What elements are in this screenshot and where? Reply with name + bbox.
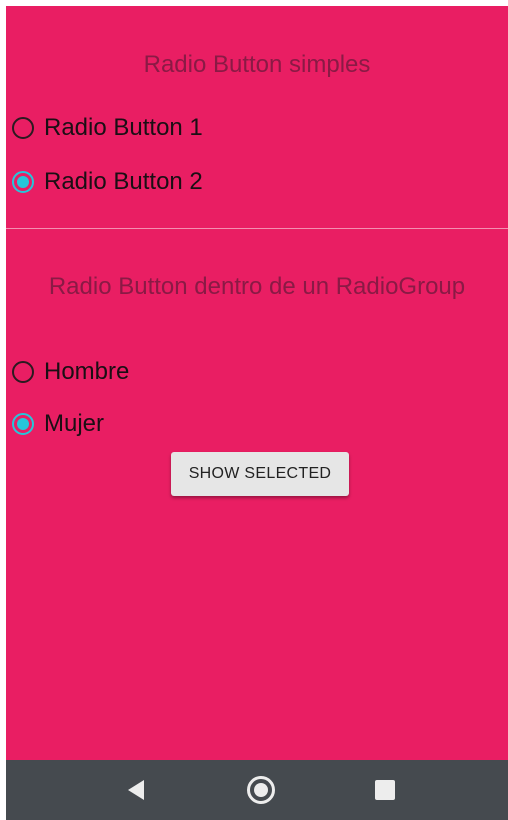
radio-hombre[interactable]: Hombre — [12, 354, 129, 390]
radio-label: Radio Button 1 — [44, 114, 203, 141]
nav-back-button[interactable] — [106, 760, 166, 820]
radio-button-1[interactable]: Radio Button 1 — [12, 110, 203, 146]
section-title-simple: Radio Button simples — [143, 51, 371, 78]
radio-mujer[interactable]: Mujer — [12, 406, 104, 442]
radio-unchecked-icon[interactable] — [12, 361, 34, 383]
show-selected-button[interactable]: SHOW SELECTED — [171, 452, 349, 496]
nav-recents-button[interactable] — [355, 760, 415, 820]
home-circle-icon — [247, 776, 275, 804]
radio-checked-icon[interactable] — [12, 413, 34, 435]
recents-square-icon — [375, 780, 395, 800]
app-screen: Radio Button simples Radio Button 1 Radi… — [6, 6, 508, 760]
section-divider — [6, 228, 508, 229]
radio-button-2[interactable]: Radio Button 2 — [12, 164, 203, 200]
system-navigation-bar — [6, 760, 508, 820]
nav-home-button[interactable] — [231, 760, 291, 820]
radio-label: Mujer — [44, 410, 105, 437]
back-triangle-icon — [128, 780, 144, 800]
radio-label: Hombre — [44, 358, 130, 385]
radio-unchecked-icon[interactable] — [12, 117, 34, 139]
radio-label: Radio Button 2 — [44, 168, 203, 195]
section-title-radiogroup: Radio Button dentro de un RadioGroup — [48, 273, 466, 300]
radio-checked-icon[interactable] — [12, 171, 34, 193]
